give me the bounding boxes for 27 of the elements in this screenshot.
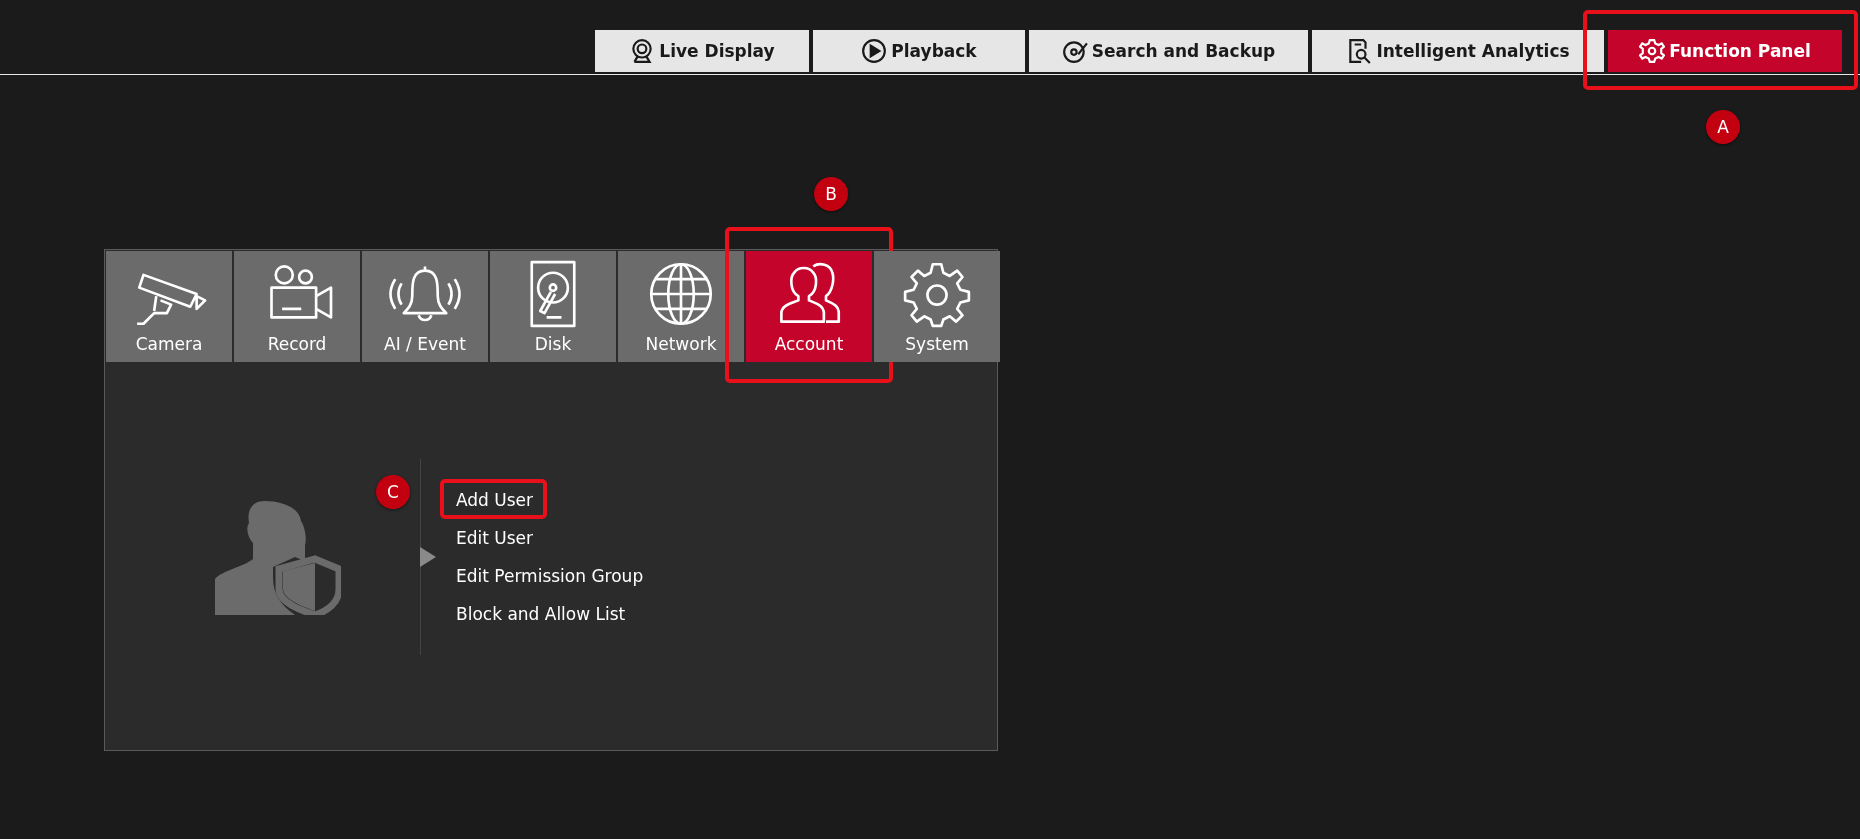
callout-badge: B	[814, 177, 848, 211]
settings-icon	[1639, 38, 1666, 64]
globe-icon	[647, 260, 715, 328]
category-tab[interactable]: Account	[746, 251, 872, 362]
menu-item[interactable]: Add User	[456, 487, 534, 513]
nav-tab[interactable]: Function Panel	[1608, 30, 1842, 72]
nav-tab[interactable]: Search and Backup	[1029, 30, 1308, 72]
category-tab[interactable]: Network	[618, 251, 744, 362]
menu-item[interactable]: Edit Permission Group	[456, 563, 644, 589]
document-search-icon	[1346, 38, 1373, 64]
nav-tab[interactable]: Playback	[813, 30, 1025, 72]
category-tab[interactable]: Record	[234, 251, 360, 362]
callout-badge: A	[1706, 110, 1740, 144]
settings-icon	[903, 260, 971, 328]
nav-tab[interactable]: Live Display	[595, 30, 809, 72]
category-tab[interactable]: Disk	[490, 251, 616, 362]
category-tab[interactable]: System	[874, 251, 1000, 362]
category-tab[interactable]: AI / Event	[362, 251, 488, 362]
pointer-arrow-icon	[420, 547, 436, 567]
menu-item[interactable]: Edit User	[456, 525, 534, 551]
category-tab[interactable]: Camera	[106, 251, 232, 362]
nav-tab[interactable]: Intelligent Analytics	[1312, 30, 1604, 72]
menu-item[interactable]: Block and Allow List	[456, 601, 626, 627]
callout-badge: C	[376, 475, 410, 509]
user-shield-icon	[215, 499, 341, 615]
disc-icon	[1061, 38, 1088, 64]
play-icon	[861, 38, 888, 64]
